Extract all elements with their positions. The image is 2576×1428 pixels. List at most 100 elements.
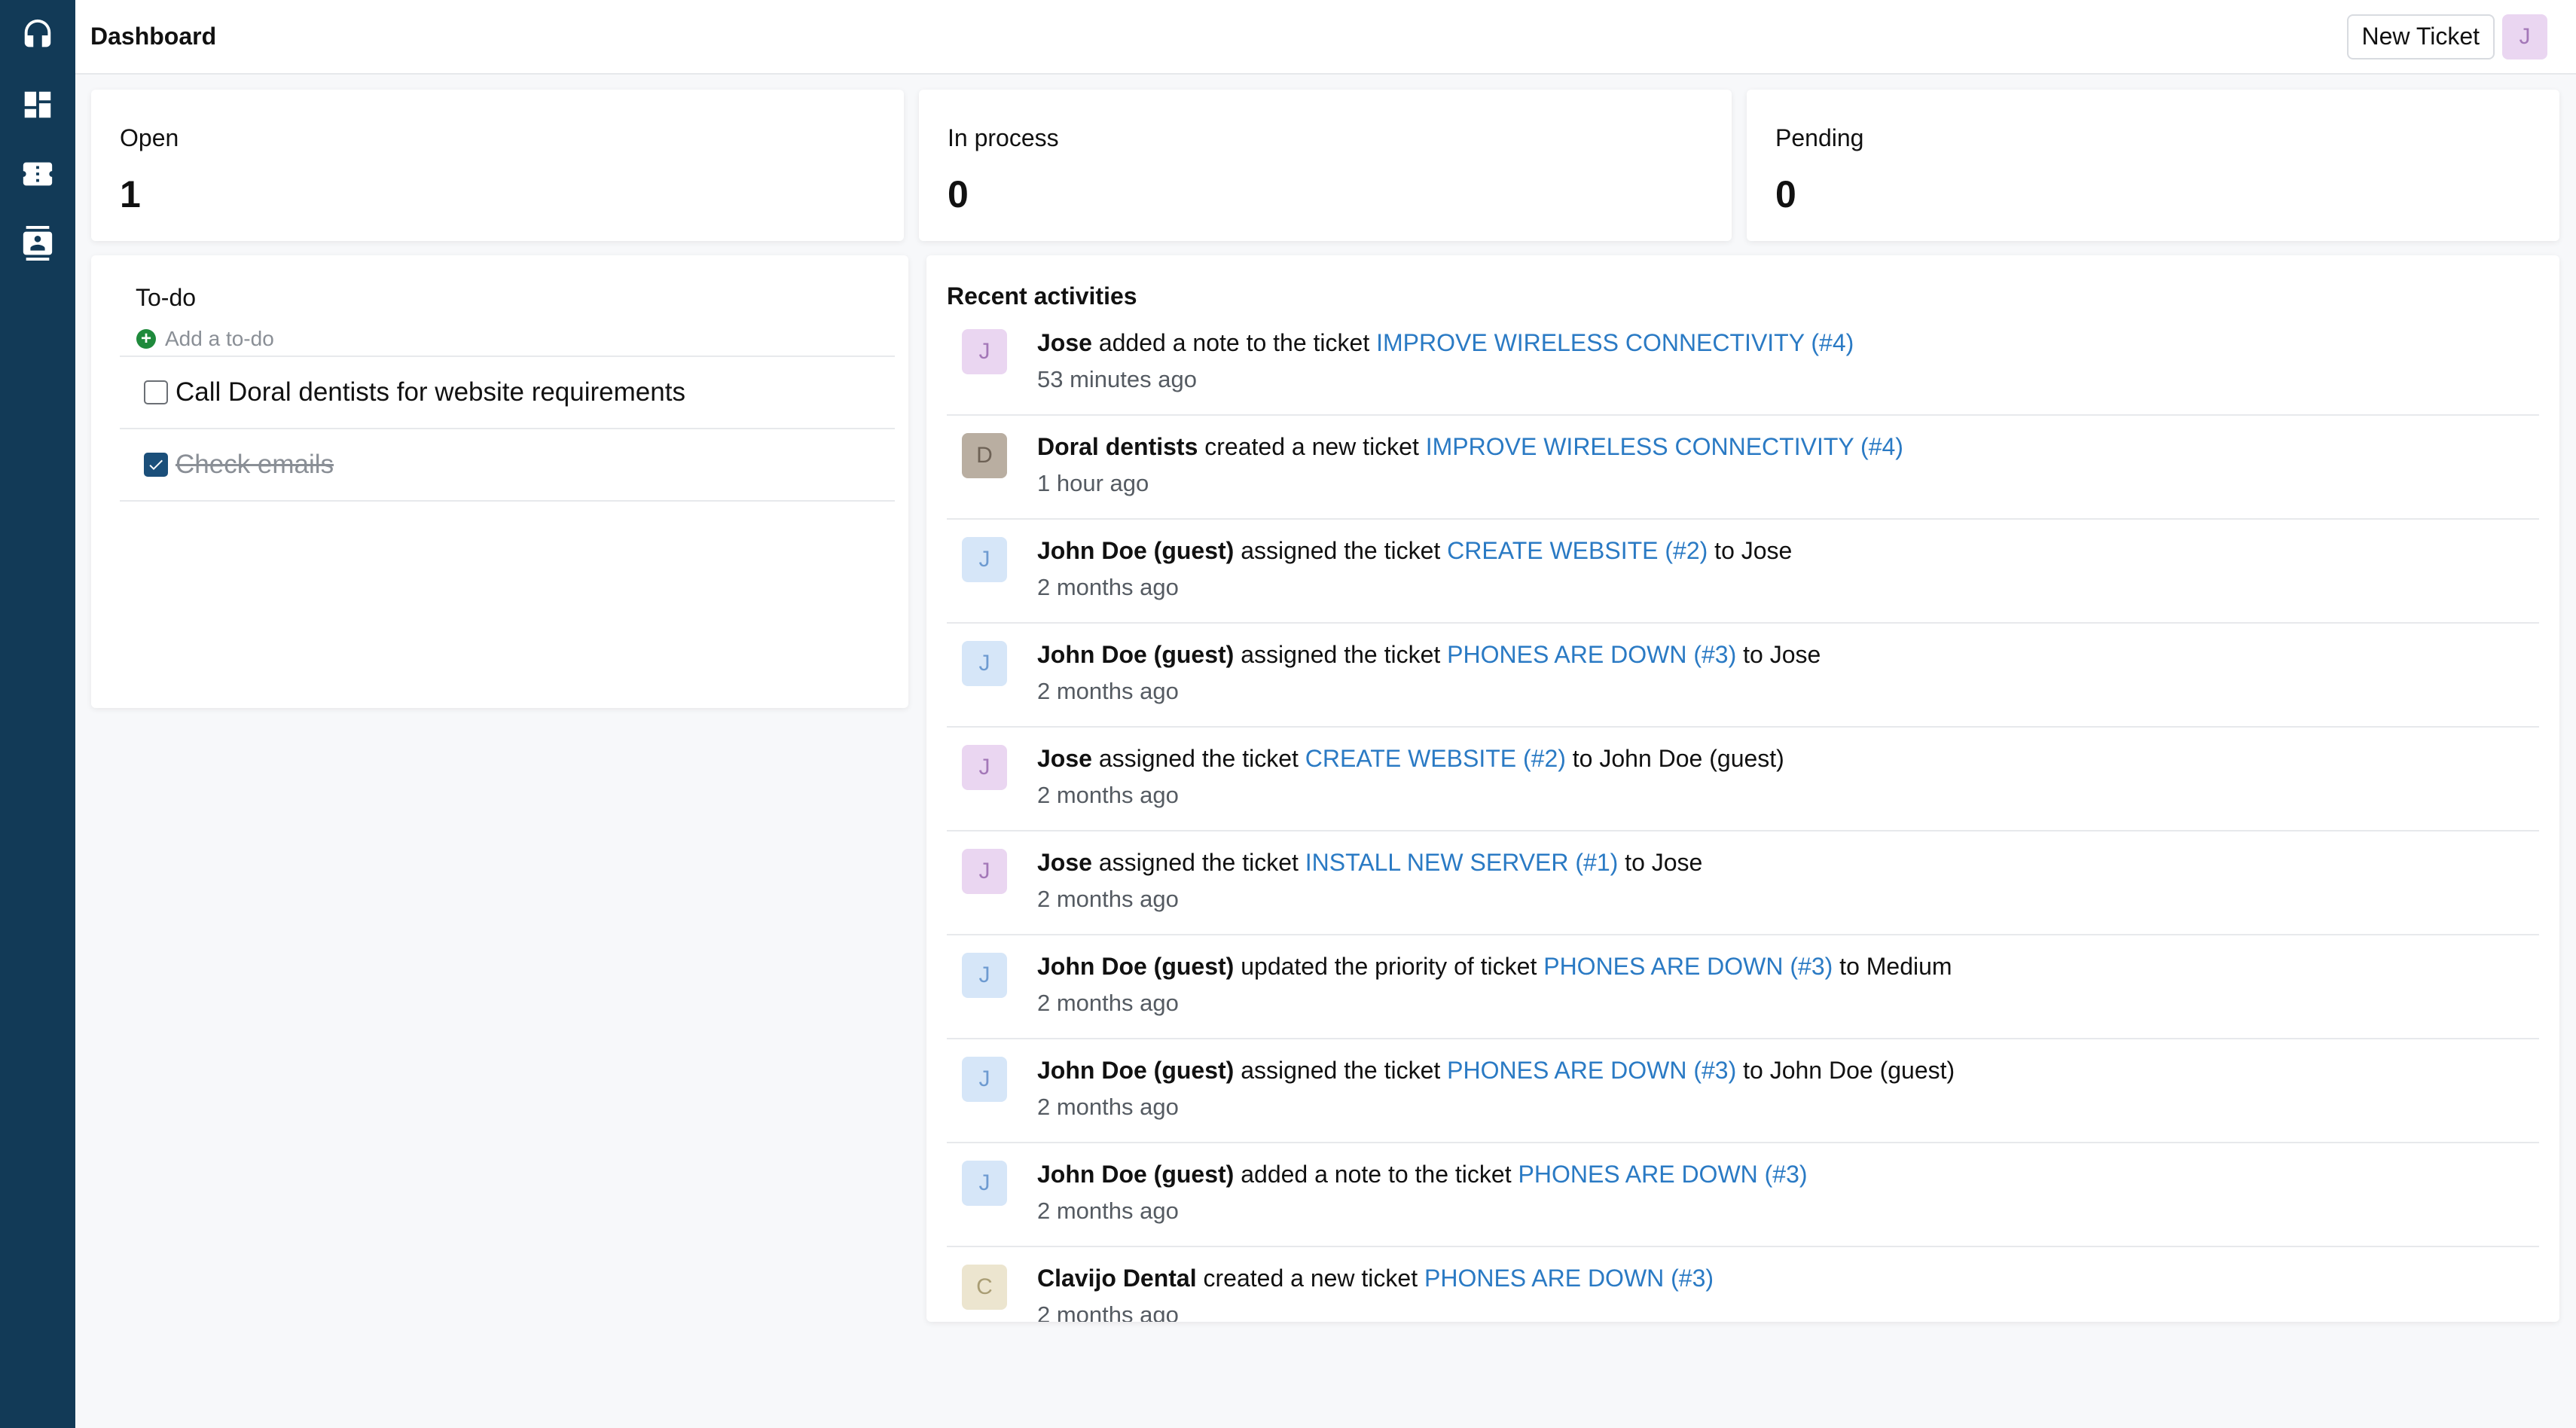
activity-actor: Doral dentists: [1037, 433, 1198, 460]
activity-actor: Jose: [1037, 745, 1092, 772]
activity-action: added a note to the ticket: [1241, 1161, 1512, 1188]
ticket-link[interactable]: PHONES ARE DOWN (#3): [1543, 953, 1833, 980]
sidebar: [0, 0, 75, 1428]
ticket-link[interactable]: PHONES ARE DOWN (#3): [1447, 1057, 1736, 1084]
activity-actor: John Doe (guest): [1037, 641, 1235, 668]
stat-value: 0: [948, 173, 969, 215]
activity-text: John Doe (guest) assigned the ticket CRE…: [1037, 537, 1792, 565]
activity-time: 2 months ago: [1037, 990, 1179, 1016]
activity-suffix: to Jose: [1625, 849, 1703, 876]
activity-row: J John Doe (guest) added a note to the ti…: [947, 1143, 2539, 1247]
activity-action: assigned the ticket: [1098, 745, 1299, 772]
activity-time: 2 months ago: [1037, 782, 1179, 808]
activity-text: Jose assigned the ticket CREATE WEBSITE …: [1037, 745, 1784, 773]
ticket-link[interactable]: IMPROVE WIRELESS CONNECTIVITY (#4): [1376, 329, 1854, 356]
activity-action: created a new ticket: [1204, 433, 1419, 460]
activity-actor: Jose: [1037, 849, 1092, 876]
activity-row: J John Doe (guest) updated the priority o…: [947, 935, 2539, 1039]
activity-text: John Doe (guest) added a note to the tic…: [1037, 1161, 1808, 1188]
activity-row: J John Doe (guest) assigned the ticket PH…: [947, 624, 2539, 728]
activity-row: J John Doe (guest) assigned the ticket CR…: [947, 520, 2539, 624]
ticket-link[interactable]: IMPROVE WIRELESS CONNECTIVITY (#4): [1426, 433, 1903, 460]
plus-circle-icon: +: [136, 329, 156, 349]
activity-row: J John Doe (guest) assigned the ticket PH…: [947, 1039, 2539, 1143]
top-bar-actions: New Ticket J: [2346, 14, 2547, 60]
activity-time: 53 minutes ago: [1037, 366, 1197, 392]
activity-row: C Clavijo Dental created a new ticket PHO…: [947, 1247, 2539, 1322]
activity-text: Jose assigned the ticket INSTALL NEW SER…: [1037, 849, 1702, 877]
activity-avatar: J: [962, 1057, 1007, 1102]
activity-time: 2 months ago: [1037, 1094, 1179, 1120]
contacts-icon[interactable]: [19, 224, 56, 262]
todo-text[interactable]: Check emails: [175, 450, 334, 480]
stat-card-in-process[interactable]: In process 0: [919, 90, 1732, 241]
activity-suffix: to John Doe (guest): [1572, 745, 1784, 772]
activity-suffix: to Medium: [1839, 953, 1952, 980]
ticket-link[interactable]: CREATE WEBSITE (#2): [1447, 537, 1708, 564]
ticket-link[interactable]: INSTALL NEW SERVER (#1): [1305, 849, 1619, 876]
activity-avatar: J: [962, 745, 1007, 790]
ticket-link[interactable]: PHONES ARE DOWN (#3): [1424, 1265, 1714, 1292]
todo-checkbox[interactable]: [144, 380, 168, 404]
activity-action: assigned the ticket: [1241, 1057, 1441, 1084]
activity-action: added a note to the ticket: [1098, 329, 1370, 356]
activity-avatar: J: [962, 329, 1007, 374]
activity-time: 2 months ago: [1037, 1198, 1179, 1224]
todo-item: Check emails: [120, 429, 895, 502]
dashboard-icon[interactable]: [19, 86, 56, 124]
activity-action: assigned the ticket: [1241, 537, 1441, 564]
activity-action: assigned the ticket: [1098, 849, 1299, 876]
activity-actor: John Doe (guest): [1037, 953, 1235, 980]
activity-avatar: J: [962, 849, 1007, 894]
activity-list: J Jose added a note to the ticket IMPROVE…: [947, 312, 2539, 1322]
todo-card: To-do + Add a to-do Call Doral dentists …: [91, 255, 908, 708]
activity-row: D Doral dentists created a new ticket IMP…: [947, 416, 2539, 520]
checkmark-icon: [149, 459, 163, 470]
ticket-link[interactable]: CREATE WEBSITE (#2): [1305, 745, 1566, 772]
activity-text: Doral dentists created a new ticket IMPR…: [1037, 433, 1903, 461]
activity-time: 2 months ago: [1037, 678, 1179, 704]
activity-avatar: J: [962, 953, 1007, 998]
stat-label: Pending: [1775, 124, 1864, 151]
activity-actor: John Doe (guest): [1037, 537, 1235, 564]
activity-actor: John Doe (guest): [1037, 1057, 1235, 1084]
activity-actor: John Doe (guest): [1037, 1161, 1235, 1188]
stat-value: 1: [120, 173, 141, 215]
activity-avatar: D: [962, 433, 1007, 478]
new-ticket-button[interactable]: New Ticket: [2346, 14, 2495, 60]
todo-text[interactable]: Call Doral dentists for website requirem…: [175, 377, 685, 407]
activity-actor: Jose: [1037, 329, 1092, 356]
activity-time: 1 hour ago: [1037, 470, 1149, 496]
activity-text: Clavijo Dental created a new ticket PHON…: [1037, 1265, 1714, 1292]
activity-avatar: J: [962, 641, 1007, 686]
ticket-link[interactable]: PHONES ARE DOWN (#3): [1518, 1161, 1807, 1188]
activities-card: Recent activities J Jose added a note to …: [926, 255, 2559, 1322]
activity-row: J Jose added a note to the ticket IMPROVE…: [947, 312, 2539, 416]
activity-suffix: to John Doe (guest): [1743, 1057, 1955, 1084]
headset-icon[interactable]: [19, 17, 56, 54]
stat-card-pending[interactable]: Pending 0: [1747, 90, 2559, 241]
todo-checkbox[interactable]: [144, 453, 168, 477]
activity-text: John Doe (guest) assigned the ticket PHO…: [1037, 641, 1821, 669]
todo-item: Call Doral dentists for website requirem…: [120, 357, 895, 429]
add-todo-button[interactable]: + Add a to-do: [136, 327, 274, 351]
stat-label: In process: [948, 124, 1059, 151]
ticket-link[interactable]: PHONES ARE DOWN (#3): [1447, 641, 1736, 668]
activity-avatar: J: [962, 1161, 1007, 1206]
activity-time: 2 months ago: [1037, 886, 1179, 912]
activity-actor: Clavijo Dental: [1037, 1265, 1197, 1292]
activity-action: assigned the ticket: [1241, 641, 1441, 668]
top-bar: Dashboard New Ticket J: [75, 0, 2576, 75]
todo-title: To-do: [136, 284, 197, 311]
activity-row: J Jose assigned the ticket INSTALL NEW SE…: [947, 831, 2539, 935]
activity-suffix: to Jose: [1714, 537, 1793, 564]
activity-text: Jose added a note to the ticket IMPROVE …: [1037, 329, 1854, 357]
ticket-icon[interactable]: [19, 155, 56, 193]
activity-avatar: J: [962, 537, 1007, 582]
activity-text: John Doe (guest) updated the priority of…: [1037, 953, 1952, 981]
stat-card-open[interactable]: Open 1: [91, 90, 904, 241]
activity-action: updated the priority of ticket: [1241, 953, 1537, 980]
activity-time: 2 months ago: [1037, 574, 1179, 600]
activity-row: J Jose assigned the ticket CREATE WEBSITE…: [947, 728, 2539, 831]
user-avatar[interactable]: J: [2502, 14, 2547, 60]
